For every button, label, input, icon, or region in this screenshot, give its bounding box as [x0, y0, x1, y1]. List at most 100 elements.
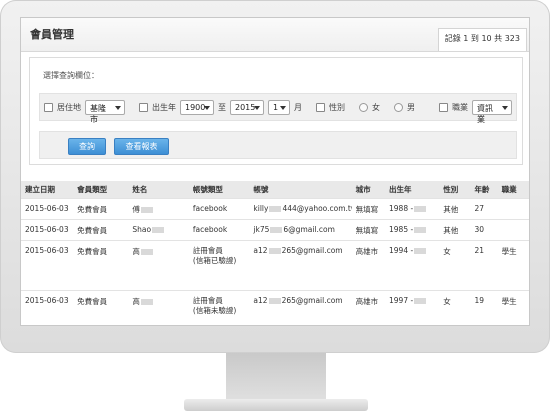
gender-label: 性別 — [329, 102, 345, 112]
table-row[interactable]: 2015-06-03 免費會員 Shao facebook jk75 6@gmai… — [21, 219, 529, 241]
job-checkbox[interactable] — [439, 102, 448, 112]
column-header-name[interactable]: 姓名 — [128, 181, 189, 199]
table-row[interactable]: 2015-06-03 免費會員 高 註冊會員 (信箱已驗證) a12 265@gma… — [21, 240, 529, 291]
button-row: 查詢 查看報表 — [39, 131, 517, 159]
masked-text — [140, 207, 153, 213]
account-suffix: 265@gmail.com — [281, 246, 343, 255]
masked-text — [414, 248, 427, 254]
cell-gender: 其他 — [439, 198, 471, 220]
cell-birth-year: 1997 - — [385, 290, 440, 322]
account-prefix: killy — [253, 204, 269, 213]
filter-row: 居住地 基隆市 出生年 1900 至 2015 1 月 性別 女 男 職業 資訊… — [39, 93, 517, 124]
male-radio[interactable] — [394, 102, 403, 112]
cell-birth-year: 1988 - — [385, 198, 440, 220]
account-prefix: jk75 — [253, 225, 270, 234]
view-report-button[interactable]: 查看報表 — [114, 138, 169, 155]
page-header: 會員管理 記錄 1 到 10 共 323 — [21, 18, 529, 52]
cell-name: 傅 — [128, 198, 189, 220]
cell-age: 27 — [470, 198, 498, 220]
column-header-gender[interactable]: 性別 — [439, 181, 471, 199]
account-suffix: 6@gmail.com — [283, 225, 335, 234]
cell-member-type: 免費會員 — [73, 290, 129, 322]
male-label: 男 — [407, 102, 415, 112]
birth-to-value: 2015 — [235, 102, 256, 112]
cell-member-type: 免費會員 — [73, 240, 129, 291]
name-text: 高 — [132, 297, 140, 306]
cell-birth-year: 1985 - — [385, 219, 440, 241]
table-row[interactable]: 2015-06-03 免費會員 高 註冊會員 (信箱未驗證) a12 265@gma… — [21, 290, 529, 322]
birth-year-label: 出生年 — [152, 102, 176, 112]
column-header-city[interactable]: 城市 — [351, 181, 386, 199]
account-type-note: (信箱未驗證) — [192, 306, 237, 315]
cell-city: 高雄市 — [351, 290, 386, 322]
female-radio[interactable] — [359, 102, 368, 112]
cell-city: 無填寫 — [351, 198, 386, 220]
column-header-account-type[interactable]: 帳號類型 — [188, 181, 250, 199]
name-text: Shao — [132, 225, 152, 234]
cell-account-type: facebook — [188, 219, 250, 241]
chevron-down-icon — [204, 105, 210, 110]
filter-panel: 選擇查詢欄位： 居住地 基隆市 出生年 1900 至 2015 1 月 性別 女… — [29, 57, 523, 165]
cell-birth-year: 1994 - — [385, 240, 440, 291]
birth-from-select[interactable]: 1900 — [180, 99, 214, 115]
masked-text — [140, 299, 153, 305]
chevron-down-icon — [502, 105, 508, 110]
cell-city: 無填寫 — [351, 219, 386, 241]
cell-date: 2015-06-03 — [21, 240, 74, 291]
cell-account: a12 265@gmail.com — [249, 290, 352, 322]
residence-select-value: 基隆市 — [90, 103, 106, 124]
job-select-value: 資訊業 — [477, 103, 493, 124]
cell-account-type: facebook — [188, 198, 250, 220]
to-label: 至 — [218, 102, 226, 112]
residence-checkbox[interactable] — [44, 102, 53, 112]
record-count-tab[interactable]: 記錄 1 到 10 共 323 — [437, 28, 527, 51]
table-header-row: 建立日期 會員類型 姓名 帳號類型 帳號 城市 出生年 性別 年齡 職業 — [21, 181, 529, 199]
cell-job: 學生 — [497, 290, 529, 322]
cell-date: 2015-06-03 — [21, 290, 74, 322]
cell-account: jk75 6@gmail.com — [249, 219, 352, 241]
birth-text: 1985 - — [389, 225, 414, 234]
masked-text — [268, 298, 281, 304]
month-select[interactable]: 1 — [268, 99, 290, 115]
cell-member-type: 免費會員 — [73, 219, 129, 241]
cell-gender: 女 — [439, 290, 471, 322]
cell-account-type: 註冊會員 (信箱未驗證) — [188, 290, 250, 322]
account-suffix: 444@yahoo.com.tw — [282, 204, 352, 213]
column-header-date[interactable]: 建立日期 — [21, 181, 74, 199]
masked-text — [414, 227, 427, 233]
cell-name: Shao — [128, 219, 189, 241]
cell-name: 高 — [128, 290, 189, 322]
birth-to-select[interactable]: 2015 — [230, 99, 264, 115]
account-type-text: 註冊會員 — [192, 296, 223, 305]
cell-gender: 女 — [439, 240, 471, 291]
female-label: 女 — [372, 102, 380, 112]
masked-text — [140, 249, 153, 255]
table-row[interactable]: 2015-06-03 免費會員 傅 facebook killy 444@yaho… — [21, 198, 529, 220]
cell-gender: 其他 — [439, 219, 471, 241]
account-prefix: a12 — [253, 246, 268, 255]
column-header-age[interactable]: 年齡 — [470, 181, 498, 199]
cell-age: 19 — [470, 290, 498, 322]
account-type-note: (信箱已驗證) — [192, 256, 237, 265]
column-header-account[interactable]: 帳號 — [249, 181, 352, 199]
masked-text — [270, 227, 283, 233]
birth-year-checkbox[interactable] — [139, 102, 148, 112]
cell-name: 高 — [128, 240, 189, 291]
column-header-birth-year[interactable]: 出生年 — [385, 181, 440, 199]
gender-checkbox[interactable] — [316, 102, 325, 112]
month-value: 1 — [273, 102, 279, 112]
column-header-job[interactable]: 職業 — [497, 181, 529, 199]
cell-age: 21 — [470, 240, 498, 291]
residence-select[interactable]: 基隆市 — [85, 99, 125, 124]
job-select[interactable]: 資訊業 — [472, 99, 512, 124]
account-suffix: 265@gmail.com — [281, 296, 343, 305]
page-title: 會員管理 — [30, 28, 74, 41]
chevron-down-icon — [280, 105, 286, 110]
cell-job — [497, 198, 529, 220]
column-header-member-type[interactable]: 會員類型 — [73, 181, 129, 199]
cell-city: 高雄市 — [351, 240, 386, 291]
masked-text — [268, 248, 281, 254]
results-table: 建立日期 會員類型 姓名 帳號類型 帳號 城市 出生年 性別 年齡 職業 201… — [21, 181, 529, 322]
cell-date: 2015-06-03 — [21, 198, 74, 220]
search-button[interactable]: 查詢 — [68, 138, 106, 155]
